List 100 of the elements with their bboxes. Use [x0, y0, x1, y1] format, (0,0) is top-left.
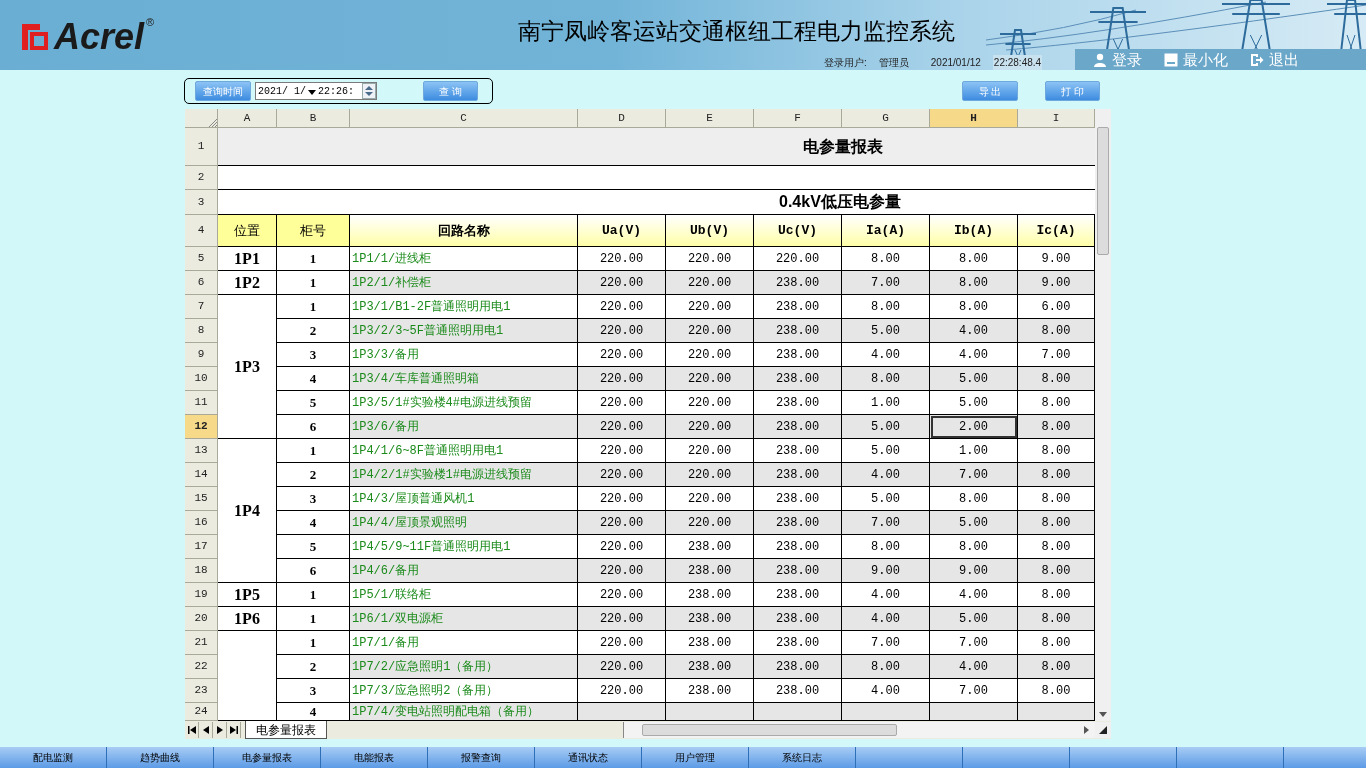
value-cell: 7.00 [930, 463, 1018, 487]
nav-button[interactable]: 报警查询 [428, 747, 535, 768]
column-header[interactable]: I [1018, 109, 1095, 128]
value-cell: 4.00 [930, 655, 1018, 679]
value-cell: 220.00 [578, 631, 666, 655]
row-header[interactable]: 10 [185, 367, 218, 391]
row-header[interactable]: 18 [185, 559, 218, 583]
cabinet-cell: 4 [277, 703, 350, 721]
value-cell: 8.00 [1018, 511, 1095, 535]
value-cell: 238.00 [666, 535, 754, 559]
row-header[interactable]: 17 [185, 535, 218, 559]
row-header[interactable]: 3 [185, 190, 218, 215]
sheet-tab[interactable]: 电参量报表 [245, 721, 327, 739]
value-cell: 220.00 [666, 511, 754, 535]
column-header[interactable]: B [277, 109, 350, 128]
row-header[interactable]: 20 [185, 607, 218, 631]
column-header[interactable]: G [842, 109, 930, 128]
nav-button[interactable]: 通讯状态 [535, 747, 642, 768]
column-heading: Uc(V) [754, 215, 842, 247]
column-header[interactable]: A [218, 109, 277, 128]
value-cell: 8.00 [1018, 319, 1095, 343]
column-header[interactable]: H [930, 109, 1018, 128]
circuit-name-cell: 1P4/2/1#实验楼1#电源进线预留 [350, 463, 578, 487]
circuit-name-cell: 1P7/2/应急照明1（备用） [350, 655, 578, 679]
cabinet-cell: 5 [277, 391, 350, 415]
row-header[interactable]: 24 [185, 703, 218, 721]
value-cell: 220.00 [666, 271, 754, 295]
row-header[interactable]: 4 [185, 215, 218, 247]
column-header[interactable]: E [666, 109, 754, 128]
nav-button[interactable]: 电参量报表 [214, 747, 321, 768]
registered-mark: ® [146, 15, 155, 30]
row-header[interactable]: 7 [185, 295, 218, 319]
nav-button[interactable]: 系统日志 [749, 747, 856, 768]
row-header[interactable]: 6 [185, 271, 218, 295]
value-cell: 5.00 [842, 487, 930, 511]
nav-button[interactable]: 趋势曲线 [107, 747, 214, 768]
row-header[interactable]: 15 [185, 487, 218, 511]
row-header[interactable]: 12 [185, 415, 218, 439]
value-cell: 238.00 [754, 463, 842, 487]
value-cell: 7.00 [930, 679, 1018, 703]
nav-button[interactable]: 用户管理 [642, 747, 749, 768]
circuit-name-cell: 1P7/3/应急照明2（备用） [350, 679, 578, 703]
cabinet-cell: 1 [277, 583, 350, 607]
row-header[interactable]: 1 [185, 128, 218, 166]
position-cell: 1P4 [218, 439, 277, 583]
row-header[interactable]: 11 [185, 391, 218, 415]
value-cell: 1.00 [930, 439, 1018, 463]
value-cell: 220.00 [666, 415, 754, 439]
value-cell: 220.00 [578, 559, 666, 583]
cabinet-cell: 1 [277, 439, 350, 463]
circuit-name-cell: 1P7/4/变电站照明配电箱（备用） [350, 703, 578, 721]
value-cell: 238.00 [754, 511, 842, 535]
value-cell: 220.00 [578, 343, 666, 367]
value-cell: 8.00 [842, 367, 930, 391]
value-cell: 8.00 [842, 535, 930, 559]
column-header[interactable]: F [754, 109, 842, 128]
row-header[interactable]: 23 [185, 679, 218, 703]
cabinet-cell: 1 [277, 607, 350, 631]
current-date: 2021/01/12 [930, 56, 981, 70]
value-cell: 8.00 [1018, 367, 1095, 391]
column-heading: 柜号 [277, 215, 350, 247]
cabinet-cell: 6 [277, 559, 350, 583]
row-header[interactable]: 8 [185, 319, 218, 343]
row-header[interactable]: 21 [185, 631, 218, 655]
row-header[interactable]: 22 [185, 655, 218, 679]
position-cell: 1P5 [218, 583, 277, 607]
value-cell: 238.00 [666, 631, 754, 655]
value-cell: 5.00 [930, 607, 1018, 631]
column-header[interactable]: D [578, 109, 666, 128]
value-cell: 220.00 [666, 487, 754, 511]
column-header[interactable]: C [350, 109, 578, 128]
circuit-name-cell: 1P3/2/3~5F普通照明用电1 [350, 319, 578, 343]
current-time: 22:28:48.4 [992, 55, 1043, 70]
nav-button[interactable]: 电能报表 [321, 747, 428, 768]
nav-button[interactable]: 配电监测 [0, 747, 107, 768]
circuit-name-cell: 1P3/4/车库普通照明箱 [350, 367, 578, 391]
date-time-field[interactable]: 2021/ 1/ 22:26: [255, 82, 377, 100]
value-cell: 220.00 [666, 439, 754, 463]
value-cell: 4.00 [842, 583, 930, 607]
value-cell: 8.00 [930, 295, 1018, 319]
row-header[interactable]: 13 [185, 439, 218, 463]
circuit-name-cell: 1P3/1/B1-2F普通照明用电1 [350, 295, 578, 319]
value-cell: 7.00 [930, 631, 1018, 655]
value-cell: 4.00 [930, 583, 1018, 607]
row-header[interactable]: 2 [185, 166, 218, 190]
row-header[interactable]: 14 [185, 463, 218, 487]
cabinet-cell: 2 [277, 655, 350, 679]
value-cell: 220.00 [578, 535, 666, 559]
value-cell: 220.00 [666, 391, 754, 415]
cabinet-cell: 2 [277, 463, 350, 487]
row-header[interactable]: 16 [185, 511, 218, 535]
circuit-name-cell: 1P4/4/屋顶景观照明 [350, 511, 578, 535]
circuit-name-cell: 1P3/6/备用 [350, 415, 578, 439]
row-header[interactable]: 9 [185, 343, 218, 367]
value-cell: 7.00 [842, 271, 930, 295]
value-cell: 6.00 [1018, 295, 1095, 319]
row-header[interactable]: 5 [185, 247, 218, 271]
user-name: 管理员 [878, 56, 909, 70]
value-cell: 238.00 [666, 559, 754, 583]
row-header[interactable]: 19 [185, 583, 218, 607]
